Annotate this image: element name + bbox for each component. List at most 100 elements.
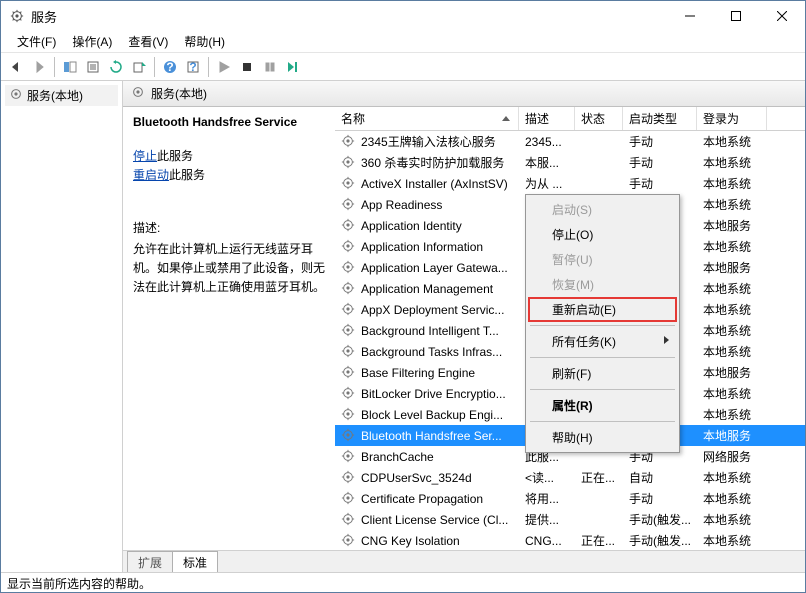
cm-refresh[interactable]: 刷新(F)	[528, 361, 677, 386]
col-header-name[interactable]: 名称	[335, 107, 519, 130]
context-menu: 启动(S) 停止(O) 暂停(U) 恢复(M) 重新启动(E) 所有任务(K) …	[525, 194, 680, 453]
service-name: BitLocker Drive Encryptio...	[361, 387, 506, 401]
service-desc: 2345...	[519, 135, 575, 149]
minimize-button[interactable]	[667, 1, 713, 31]
menubar: 文件(F) 操作(A) 查看(V) 帮助(H)	[1, 31, 805, 53]
gear-icon	[341, 407, 357, 423]
service-desc: 将用...	[519, 490, 575, 507]
gear-icon	[341, 323, 357, 339]
service-name: App Readiness	[361, 198, 442, 212]
export-button[interactable]	[128, 56, 150, 78]
tab-extended[interactable]: 扩展	[127, 551, 173, 572]
col-header-status[interactable]: 状态	[575, 107, 623, 130]
pause-service-button[interactable]	[259, 56, 281, 78]
service-name: 2345王牌输入法核心服务	[361, 133, 496, 150]
gear-icon	[341, 365, 357, 381]
service-name: 360 杀毒实时防护加载服务	[361, 154, 504, 171]
cm-restart[interactable]: 重新启动(E)	[528, 297, 677, 322]
help-button[interactable]: ?	[159, 56, 181, 78]
table-row[interactable]: CDPUserSvc_3524d<读...正在...自动本地系统	[335, 467, 805, 488]
service-name: BranchCache	[361, 450, 434, 464]
forward-button[interactable]	[28, 56, 50, 78]
properties-button[interactable]	[82, 56, 104, 78]
menu-file[interactable]: 文件(F)	[9, 31, 64, 52]
service-desc: <读...	[519, 469, 575, 486]
svg-text:?: ?	[166, 60, 173, 74]
cm-stop[interactable]: 停止(O)	[528, 222, 677, 247]
close-button[interactable]	[759, 1, 805, 31]
toolbar: ? ?	[1, 53, 805, 81]
service-logon: 本地系统	[697, 280, 767, 297]
table-row[interactable]: Client License Service (Cl...提供...手动(触发.…	[335, 509, 805, 530]
gear-icon	[341, 218, 357, 234]
cm-help[interactable]: 帮助(H)	[528, 425, 677, 450]
service-name: Application Information	[361, 240, 483, 254]
table-row[interactable]: CNG Key IsolationCNG...正在...手动(触发...本地系统	[335, 530, 805, 550]
gear-icon	[341, 134, 357, 150]
service-name: Base Filtering Engine	[361, 366, 475, 380]
table-row[interactable]: ActiveX Installer (AxInstSV) 为从 ... 手动本地系统	[335, 173, 805, 194]
help-topics-button[interactable]: ?	[182, 56, 204, 78]
gear-icon	[341, 260, 357, 276]
service-name: ActiveX Installer (AxInstSV)	[361, 177, 508, 191]
service-logon: 本地系统	[697, 175, 767, 192]
service-logon: 本地系统	[697, 322, 767, 339]
service-desc: CNG...	[519, 534, 575, 548]
service-logon: 本地系统	[697, 133, 767, 150]
menu-help[interactable]: 帮助(H)	[176, 31, 233, 52]
stop-link[interactable]: 停止	[133, 149, 157, 163]
service-name: Application Management	[361, 282, 493, 296]
menu-action[interactable]: 操作(A)	[64, 31, 120, 52]
gear-icon	[341, 449, 357, 465]
gear-icon	[341, 281, 357, 297]
service-start: 自动	[623, 469, 697, 486]
service-start: 手动	[623, 175, 697, 192]
service-logon: 本地系统	[697, 532, 767, 549]
table-row[interactable]: 2345王牌输入法核心服务2345...手动本地系统	[335, 131, 805, 152]
cm-all-tasks[interactable]: 所有任务(K)	[528, 329, 677, 354]
start-service-button[interactable]	[213, 56, 235, 78]
service-name: CNG Key Isolation	[361, 534, 460, 548]
service-logon: 本地服务	[697, 217, 767, 234]
service-desc: 为从 ...	[519, 175, 575, 192]
service-logon: 本地系统	[697, 385, 767, 402]
titlebar: 服务	[1, 1, 805, 31]
gear-icon	[341, 512, 357, 528]
service-status: 正在...	[575, 469, 623, 486]
restart-link-suffix: 此服务	[169, 168, 205, 182]
col-header-logon[interactable]: 登录为	[697, 107, 767, 130]
col-header-desc[interactable]: 描述	[519, 107, 575, 130]
menu-view[interactable]: 查看(V)	[120, 31, 176, 52]
detail-service-name: Bluetooth Handsfree Service	[133, 115, 325, 129]
restart-link[interactable]: 重启动	[133, 168, 169, 182]
service-name: Certificate Propagation	[361, 492, 483, 506]
table-row[interactable]: 360 杀毒实时防护加载服务本服...手动本地系统	[335, 152, 805, 173]
service-logon: 本地系统	[697, 196, 767, 213]
gear-icon	[341, 239, 357, 255]
gear-icon	[341, 386, 357, 402]
detail-desc-label: 描述:	[133, 219, 325, 236]
tree-root-services-local[interactable]: 服务(本地)	[5, 85, 118, 106]
detail-desc: 允许在此计算机上运行无线蓝牙耳机。如果停止或禁用了此设备，则无法在此计算机上正确…	[133, 240, 325, 298]
maximize-button[interactable]	[713, 1, 759, 31]
service-name: Bluetooth Handsfree Ser...	[361, 429, 502, 443]
cm-properties[interactable]: 属性(R)	[528, 393, 677, 418]
service-logon: 本地服务	[697, 427, 767, 444]
refresh-button[interactable]	[105, 56, 127, 78]
restart-service-button[interactable]	[282, 56, 304, 78]
back-button[interactable]	[5, 56, 27, 78]
service-logon: 网络服务	[697, 448, 767, 465]
service-name: Application Layer Gatewa...	[361, 261, 508, 275]
right-pane: 服务(本地) Bluetooth Handsfree Service 停止此服务…	[123, 81, 805, 572]
service-desc: 本服...	[519, 154, 575, 171]
stop-service-button[interactable]	[236, 56, 258, 78]
show-hide-tree-button[interactable]	[59, 56, 81, 78]
tree-pane: 服务(本地)	[1, 81, 123, 572]
detail-pane: Bluetooth Handsfree Service 停止此服务 重启动此服务…	[123, 107, 335, 550]
table-row[interactable]: Certificate Propagation将用...手动本地系统	[335, 488, 805, 509]
service-list: 名称 描述 状态 启动类型 登录为 2345王牌输入法核心服务 2345... 手动…	[335, 107, 805, 550]
service-name: CDPUserSvc_3524d	[361, 471, 472, 485]
tab-standard[interactable]: 标准	[172, 551, 218, 572]
service-logon: 本地系统	[697, 343, 767, 360]
col-header-start[interactable]: 启动类型	[623, 107, 697, 130]
